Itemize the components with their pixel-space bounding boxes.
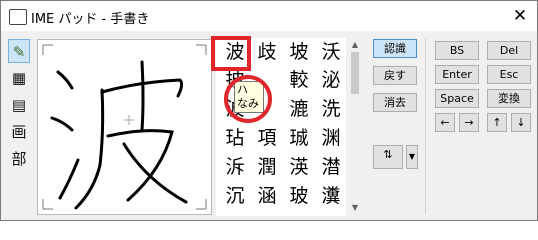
candidate-char[interactable]: 歧 bbox=[251, 38, 283, 66]
delete-button[interactable]: Del bbox=[487, 41, 531, 60]
candidate-char[interactable]: 坡 bbox=[283, 38, 315, 66]
backspace-button[interactable]: BS bbox=[435, 41, 479, 60]
candidate-char[interactable]: 漉 bbox=[283, 95, 315, 123]
candidate-char[interactable]: 泝 bbox=[219, 153, 251, 181]
candidate-char[interactable]: 玷 bbox=[219, 124, 251, 152]
enter-button[interactable]: Enter bbox=[435, 65, 479, 84]
soft-keyboard-tool-icon[interactable]: ▤ bbox=[8, 93, 30, 117]
candidate-char[interactable]: 較 bbox=[283, 66, 315, 94]
arrow-left-button[interactable]: ← bbox=[435, 113, 455, 132]
arrow-up-button[interactable]: ↑ bbox=[487, 113, 507, 132]
dropdown-arrow-icon[interactable]: ▼ bbox=[406, 145, 418, 169]
space-button[interactable]: Space bbox=[435, 89, 479, 108]
arrow-right-button[interactable]: → bbox=[459, 113, 479, 132]
convert-mode-icon[interactable]: ⇅ bbox=[373, 145, 403, 169]
left-toolbar: ✎ ▦ ▤ 画 部 bbox=[8, 39, 30, 174]
recognize-button[interactable]: 認識 bbox=[373, 39, 417, 58]
character-list-tool-icon[interactable]: ▦ bbox=[8, 66, 30, 90]
candidate-char[interactable]: 渊 bbox=[315, 124, 347, 152]
divider bbox=[425, 38, 426, 214]
stroke-count-tool[interactable]: 画 bbox=[8, 120, 30, 144]
scroll-down-icon[interactable]: ▼ bbox=[350, 203, 360, 213]
candidate-scrollbar[interactable]: ▲ ▼ bbox=[347, 38, 363, 216]
scroll-thumb[interactable] bbox=[351, 52, 359, 94]
scroll-up-icon[interactable]: ▲ bbox=[350, 40, 360, 50]
candidate-char[interactable]: 潤 bbox=[251, 153, 283, 181]
candidate-char[interactable]: 洗 bbox=[315, 95, 347, 123]
title-bar: IME パッド - 手書き ✕ bbox=[1, 1, 537, 31]
candidate-char[interactable]: 沃 bbox=[315, 38, 347, 66]
close-button[interactable]: ✕ bbox=[506, 3, 534, 29]
candidate-char[interactable]: 玻 bbox=[283, 182, 315, 210]
escape-button[interactable]: Esc bbox=[487, 65, 531, 84]
candidate-char[interactable]: 渶 bbox=[283, 153, 315, 181]
candidate-char[interactable]: 涵 bbox=[251, 182, 283, 210]
candidate-char[interactable]: 澘 bbox=[315, 153, 347, 181]
undo-button[interactable]: 戻す bbox=[373, 66, 417, 85]
ime-pad-window: IME パッド - 手書き ✕ ✎ ▦ ▤ 画 部 波 歧 坡 沃 披 較 泌 bbox=[0, 0, 538, 221]
keyboard-icon bbox=[9, 9, 27, 25]
arrow-down-button[interactable]: ↓ bbox=[511, 113, 531, 132]
candidate-char[interactable]: 珹 bbox=[283, 124, 315, 152]
highlight-circle bbox=[224, 75, 272, 123]
candidate-char[interactable]: 項 bbox=[251, 124, 283, 152]
clear-button[interactable]: 消去 bbox=[373, 93, 417, 112]
convert-button[interactable]: 変換 bbox=[487, 89, 531, 108]
handwriting-tool-icon[interactable]: ✎ bbox=[8, 39, 30, 63]
candidate-char[interactable]: 泌 bbox=[315, 66, 347, 94]
highlight-box bbox=[211, 36, 251, 71]
candidate-char[interactable]: 瀵 bbox=[315, 182, 347, 210]
handwriting-canvas[interactable] bbox=[37, 39, 212, 215]
window-title: IME パッド - 手書き bbox=[31, 12, 150, 27]
radical-tool[interactable]: 部 bbox=[8, 147, 30, 171]
candidate-char[interactable]: 沉 bbox=[219, 182, 251, 210]
